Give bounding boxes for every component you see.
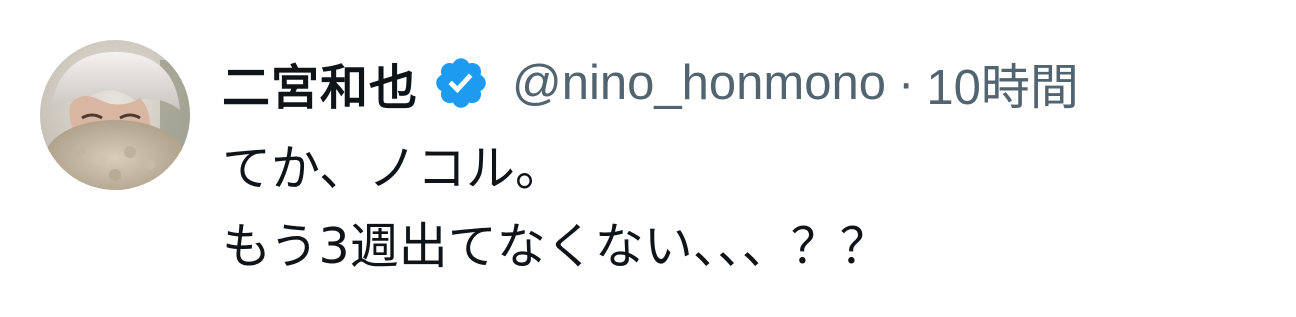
tweet: 二宮和也 @nino_honmono · 10時間 てか、ノコル。 もう3週出て… [0, 0, 1296, 317]
tweet-text: てか、ノコル。 もう3週出てなくない、、、？？ [222, 130, 889, 286]
display-name[interactable]: 二宮和也 [222, 48, 418, 118]
avatar[interactable] [40, 40, 190, 190]
tweet-text-line: もう3週出てなくない、、、？？ [222, 218, 889, 275]
separator-dot: · [897, 56, 915, 110]
timestamp[interactable]: 10時間 [926, 48, 1079, 119]
user-handle[interactable]: @nino_honmono [512, 55, 886, 111]
avatar-image [40, 40, 190, 190]
tweet-text-line: てか、ノコル。 [222, 140, 565, 197]
verified-badge-icon [432, 54, 490, 112]
tweet-header: 二宮和也 @nino_honmono · 10時間 [222, 52, 1079, 116]
